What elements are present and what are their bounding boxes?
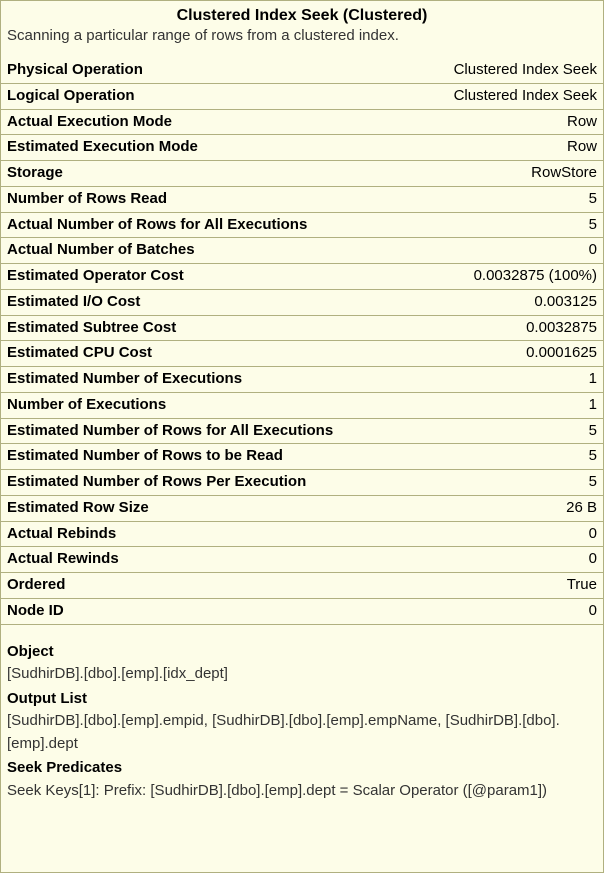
section-text: Seek Keys[1]: Prefix: [SudhirDB].[dbo].[… [7,780,597,803]
property-label: Estimated Operator Cost [7,265,184,287]
property-row: Estimated Row Size 26 B [1,496,603,522]
property-label: Actual Execution Mode [7,111,172,133]
property-row: Actual Rebinds 0 [1,522,603,548]
tooltip-title: Clustered Index Seek (Clustered) [1,1,603,27]
section-label: Output List [7,688,597,711]
property-value: 5 [579,445,597,467]
property-label: Physical Operation [7,59,143,81]
property-label: Actual Number of Batches [7,239,195,261]
property-value: 0.003125 [524,291,597,313]
property-row: Actual Number of Batches 0 [1,238,603,264]
property-value: 1 [579,394,597,416]
details-section: Object[SudhirDB].[dbo].[emp].[idx_dept]O… [1,625,603,811]
property-row: Estimated CPU Cost 0.0001625 [1,341,603,367]
property-row: Estimated Number of Executions 1 [1,367,603,393]
property-row: Estimated Execution Mode Row [1,135,603,161]
property-label: Estimated Execution Mode [7,136,198,158]
property-label: Estimated I/O Cost [7,291,140,313]
property-value: 0 [579,523,597,545]
property-row: Actual Rewinds 0 [1,547,603,573]
tooltip-description: Scanning a particular range of rows from… [1,27,603,58]
property-value: 5 [579,420,597,442]
property-label: Number of Executions [7,394,166,416]
property-row: Estimated Number of Rows for All Executi… [1,419,603,445]
property-row: Logical Operation Clustered Index Seek [1,84,603,110]
property-value: True [557,574,597,596]
property-row: Node ID 0 [1,599,603,625]
property-label: Estimated CPU Cost [7,342,152,364]
property-value: 0 [579,239,597,261]
property-value: 0.0032875 [516,317,597,339]
property-value: 26 B [556,497,597,519]
property-row: Storage RowStore [1,161,603,187]
property-label: Number of Rows Read [7,188,167,210]
property-row: Physical Operation Clustered Index Seek [1,58,603,84]
property-label: Estimated Number of Rows to be Read [7,445,283,467]
property-value: Clustered Index Seek [444,59,597,81]
property-label: Estimated Subtree Cost [7,317,176,339]
property-value: RowStore [521,162,597,184]
section-label: Seek Predicates [7,757,597,780]
property-label: Estimated Number of Rows Per Execution [7,471,306,493]
property-label: Actual Rebinds [7,523,116,545]
property-row: Estimated Subtree Cost 0.0032875 [1,316,603,342]
property-value: Row [557,136,597,158]
property-label: Ordered [7,574,65,596]
property-value: 1 [579,368,597,390]
property-list: Physical OperationClustered Index SeekLo… [1,58,603,625]
property-row: Number of Executions 1 [1,393,603,419]
property-value: 0.0032875 (100%) [464,265,597,287]
property-value: 0 [579,600,597,622]
property-value: 0.0001625 [516,342,597,364]
property-row: Number of Rows Read 5 [1,187,603,213]
property-value: 5 [579,188,597,210]
property-label: Estimated Number of Executions [7,368,242,390]
property-label: Estimated Number of Rows for All Executi… [7,420,333,442]
query-plan-tooltip: Clustered Index Seek (Clustered) Scannin… [0,0,604,873]
property-label: Storage [7,162,63,184]
property-label: Node ID [7,600,64,622]
property-value: 5 [579,471,597,493]
property-row: Estimated I/O Cost 0.003125 [1,290,603,316]
property-label: Logical Operation [7,85,135,107]
property-value: Clustered Index Seek [444,85,597,107]
section-label: Object [7,641,597,664]
section-text: [SudhirDB].[dbo].[emp].[idx_dept] [7,663,597,686]
property-value: 5 [579,214,597,236]
property-value: 0 [579,548,597,570]
property-row: Estimated Number of Rows Per Execution 5 [1,470,603,496]
property-label: Actual Rewinds [7,548,119,570]
property-row: Actual Execution Mode Row [1,110,603,136]
property-row: Estimated Operator Cost 0.0032875 (100%) [1,264,603,290]
property-label: Estimated Row Size [7,497,149,519]
property-row: Actual Number of Rows for All Executions… [1,213,603,239]
property-row: Estimated Number of Rows to be Read 5 [1,444,603,470]
property-value: Row [557,111,597,133]
section-text: [SudhirDB].[dbo].[emp].empid, [SudhirDB]… [7,710,597,755]
property-row: Ordered True [1,573,603,599]
property-label: Actual Number of Rows for All Executions [7,214,307,236]
